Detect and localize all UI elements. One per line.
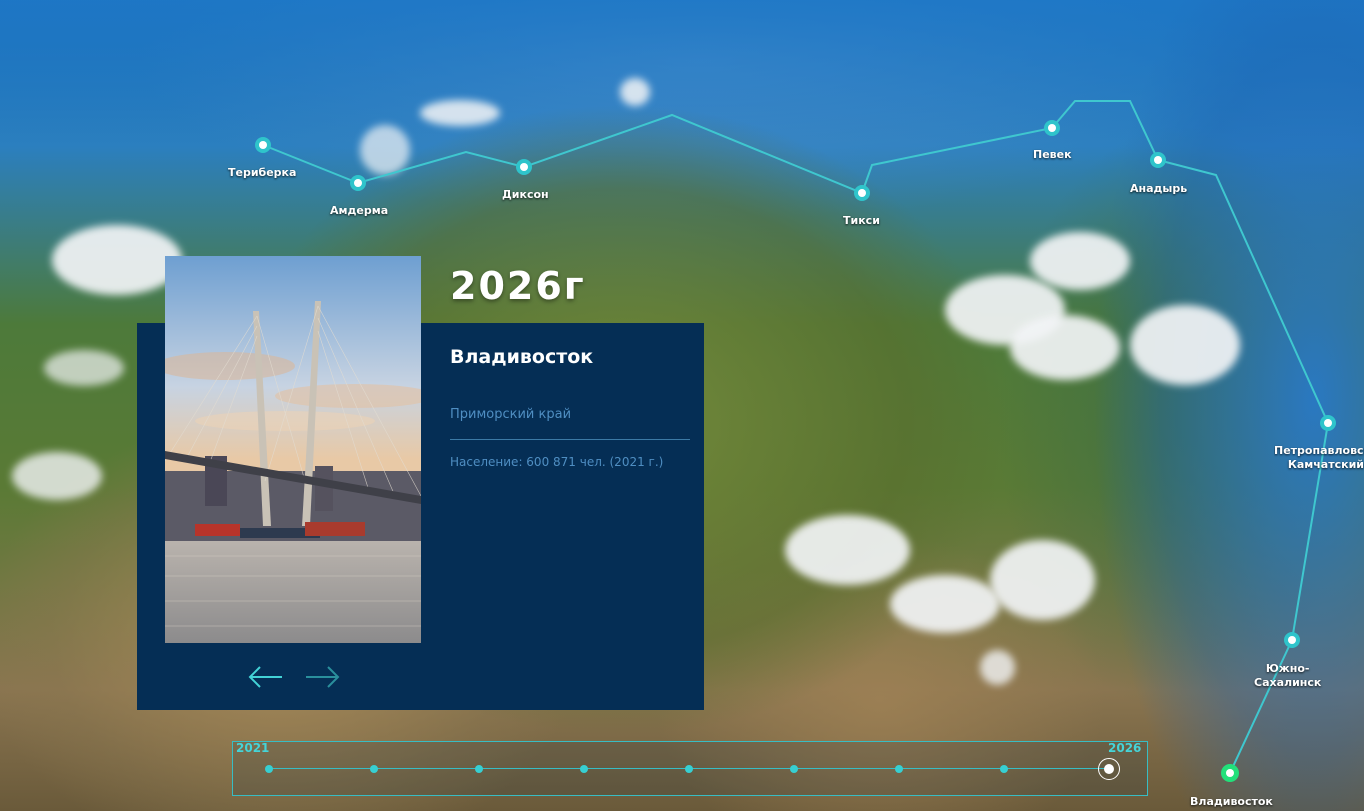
city-label-line: Южно- <box>1265 662 1310 675</box>
city-label-anadyr[interactable]: Анадырь <box>1130 182 1187 196</box>
city-label-amderma[interactable]: Амдерма <box>330 204 388 218</box>
timeline-step-active[interactable] <box>1098 758 1120 780</box>
city-label-line: Сахалинск <box>1254 676 1322 689</box>
arrow-right-icon <box>306 666 340 688</box>
timeline-step[interactable] <box>475 765 483 773</box>
timeline-step[interactable] <box>895 765 903 773</box>
timeline-step[interactable] <box>265 765 273 773</box>
arrow-left-icon <box>248 666 282 688</box>
card-region: Приморский край <box>450 407 572 422</box>
city-label-teriberka[interactable]: Териберка <box>228 166 296 180</box>
city-label-pevek[interactable]: Певек <box>1033 148 1072 162</box>
card-divider <box>450 439 690 440</box>
city-label-dikson[interactable]: Диксон <box>502 188 549 202</box>
timeline-step[interactable] <box>1000 765 1008 773</box>
city-label-line: Камчатский <box>1287 458 1364 471</box>
card-city-title: Владивосток <box>450 346 594 368</box>
timeline-step[interactable] <box>580 765 588 773</box>
timeline-start-label: 2021 <box>236 741 270 755</box>
city-label-yuzhno-sakhalinsk[interactable]: Южно- Сахалинск <box>1254 662 1321 690</box>
year-title: 2026г <box>450 264 586 308</box>
city-photo <box>165 256 421 643</box>
card-population: Население: 600 871 чел. (2021 г.) <box>450 455 664 469</box>
timeline-step[interactable] <box>685 765 693 773</box>
city-label-petropavlovsk[interactable]: Петропавловск- Камчатский <box>1274 444 1364 472</box>
timeline-step[interactable] <box>790 765 798 773</box>
next-city-button[interactable] <box>302 660 342 694</box>
prev-city-button[interactable] <box>246 660 286 694</box>
timeline-step[interactable] <box>370 765 378 773</box>
timeline-active-dot <box>1104 764 1114 774</box>
city-label-tiksi[interactable]: Тикси <box>843 214 880 228</box>
timeline-end-label: 2026 <box>1108 741 1142 755</box>
city-label-line: Петропавловск- <box>1274 444 1364 457</box>
bridge-photo-illustration <box>165 256 421 643</box>
city-label-vladivostok[interactable]: Владивосток <box>1190 795 1273 809</box>
